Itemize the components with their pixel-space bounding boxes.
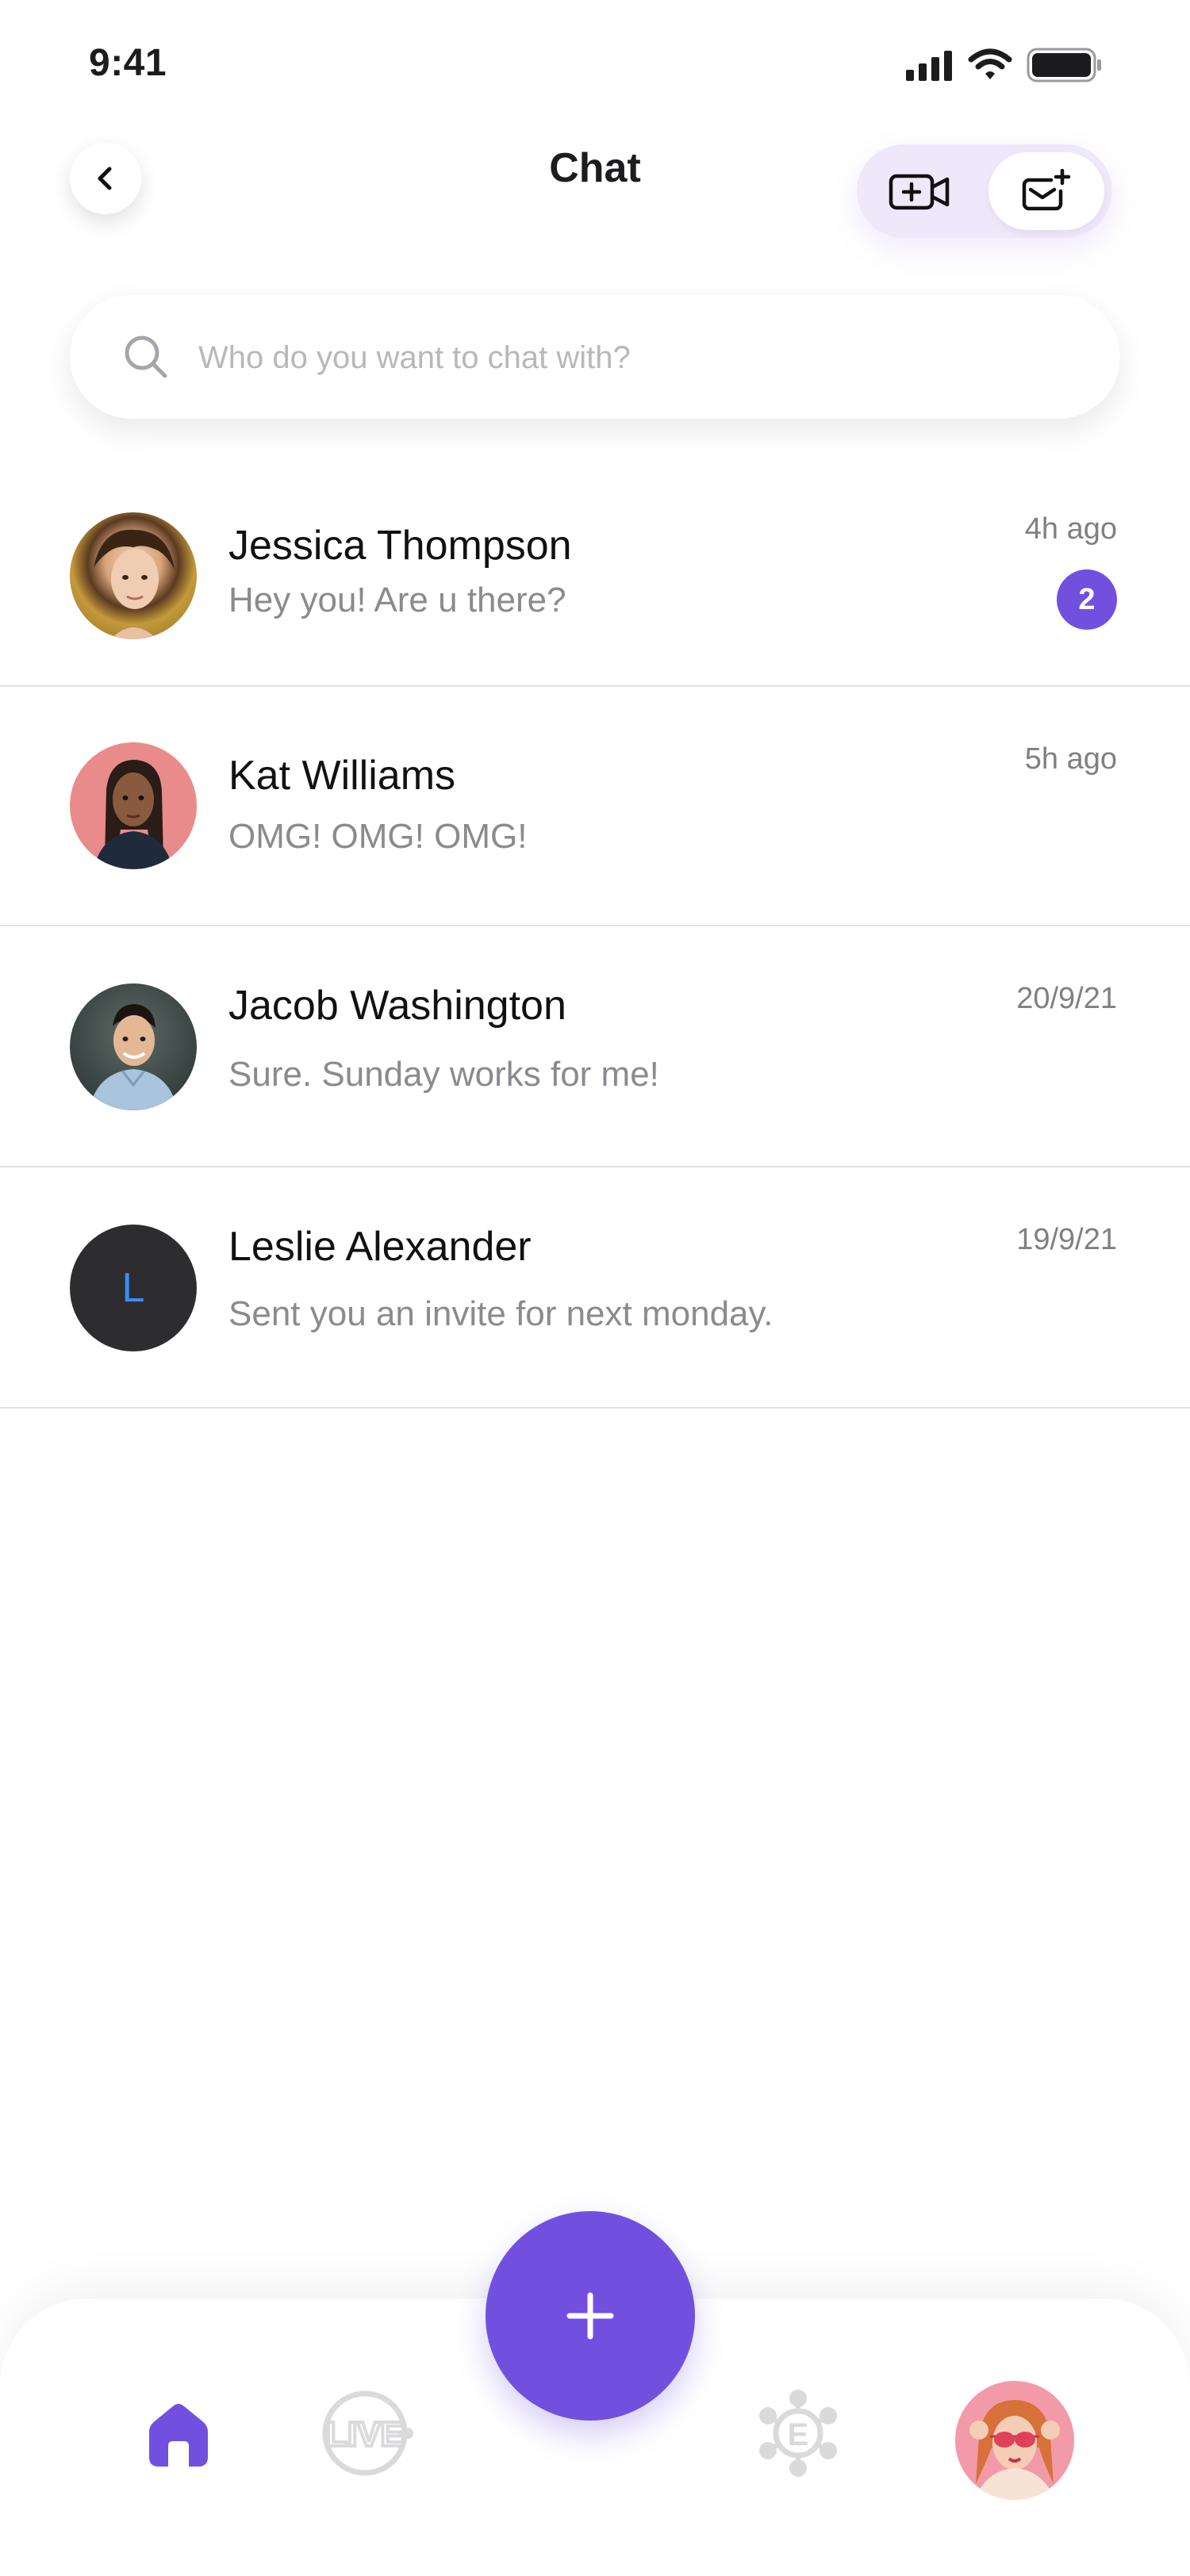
profile-avatar[interactable] [955,2381,1074,2500]
message-time: 19/9/21 [1016,1223,1117,1256]
contact-name: Jessica Thompson [228,523,572,569]
battery-icon [1027,48,1101,82]
message-time: 5h ago [1024,742,1117,776]
message-preview: OMG! OMG! OMG! [228,817,528,856]
search-icon [125,335,167,378]
status-time: 9:41 [89,42,167,84]
message-time: 20/9/21 [1016,982,1117,1015]
contact-name: Leslie Alexander [228,1224,532,1270]
chat-list-item[interactable]: L Leslie Alexander Sent you an invite fo… [0,1167,1190,1409]
avatar: L [70,1225,197,1351]
live-label: LIVE [326,2415,404,2454]
new-message-icon [1022,169,1071,211]
live-icon[interactable]: LIVE [321,2389,416,2478]
chat-list-item[interactable]: Jessica Thompson Hey you! Are u there? 4… [0,446,1190,687]
video-add-icon [889,174,950,210]
avatar [70,983,197,1110]
chat-mode-toggle [857,144,1112,238]
message-preview: Sent you an invite for next monday. [228,1294,774,1333]
video-call-toggle[interactable] [889,168,952,216]
status-icons [904,48,1103,82]
message-preview: Sure. Sunday works for me! [228,1055,659,1094]
search-bar[interactable] [70,295,1120,419]
add-button[interactable] [486,2211,695,2421]
contact-name: Kat Williams [228,753,456,799]
avatar [70,512,197,639]
events-label: E [788,2417,809,2452]
avatar [70,742,197,869]
signal-icon [906,51,952,81]
message-toggle[interactable] [988,152,1104,230]
chat-list-item[interactable]: Kat Williams OMG! OMG! OMG! 5h ago [0,685,1190,926]
wifi-icon [968,48,1012,79]
contact-name: Jacob Washington [228,983,566,1029]
avatar-initial: L [121,1265,145,1311]
message-time: 4h ago [1024,512,1117,546]
message-preview: Hey you! Are u there? [228,581,566,619]
home-icon[interactable] [143,2400,214,2471]
chat-list-item[interactable]: Jacob Washington Sure. Sunday works for … [0,926,1190,1167]
search-input[interactable] [197,325,1073,390]
unread-badge: 2 [1057,569,1117,630]
plus-icon [566,2292,614,2340]
events-icon[interactable]: E [754,2389,843,2478]
